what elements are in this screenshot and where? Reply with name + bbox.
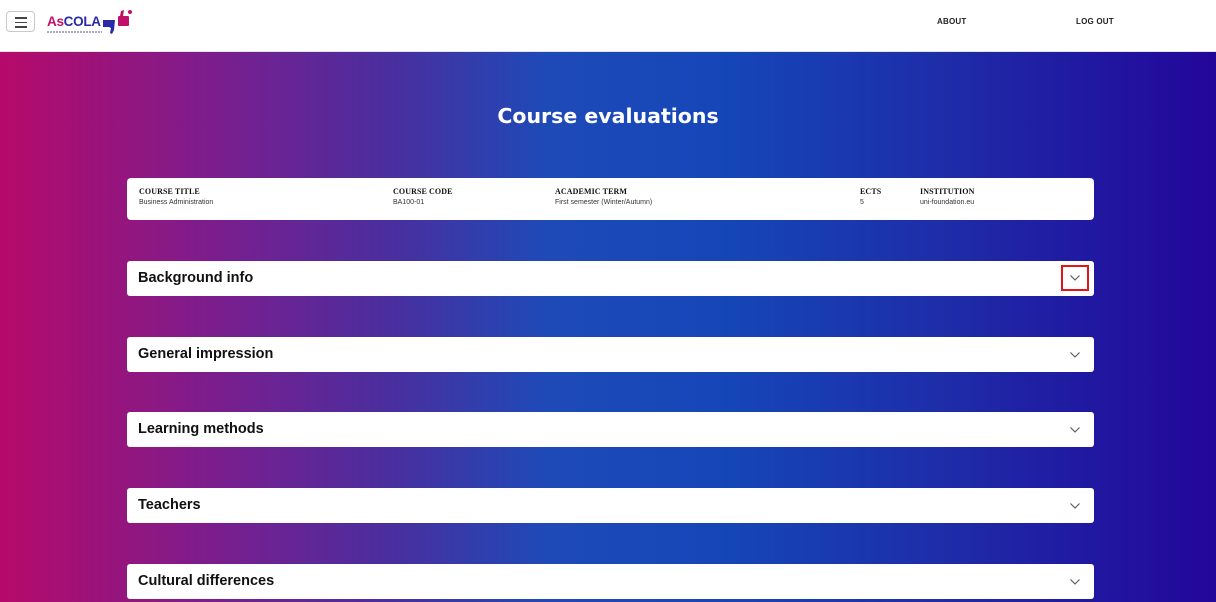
ects-value: 5 — [860, 199, 864, 206]
logo-text-cola: COLA — [63, 14, 101, 29]
course-code-value: BA100-01 — [393, 199, 425, 206]
hamburger-menu-button[interactable] — [6, 11, 35, 32]
ascola-logo[interactable]: AsCOLA — [47, 8, 137, 36]
section-title: General impression — [138, 346, 274, 362]
chevron-down-icon[interactable] — [1062, 493, 1087, 518]
menu-icon-line — [15, 17, 27, 19]
logo-text: AsCOLA — [47, 14, 101, 29]
menu-icon-line — [15, 21, 27, 24]
thumbs-icon — [103, 10, 132, 34]
academic-term-value: First semester (Winter/Autumn) — [555, 199, 653, 206]
institution-column: INSTITUTION uni-foundation.eu — [920, 187, 974, 206]
chevron-down-icon[interactable] — [1062, 569, 1087, 594]
nav-logout-link[interactable]: LOG OUT — [1076, 17, 1114, 26]
section-title: Cultural differences — [138, 573, 275, 589]
chevron-down-icon[interactable] — [1061, 265, 1089, 291]
logo-tagline — [47, 31, 102, 33]
institution-header: INSTITUTION — [920, 187, 975, 196]
academic-term-header: ACADEMIC TERM — [555, 187, 628, 196]
section-title: Teachers — [138, 497, 201, 513]
menu-icon-line — [15, 26, 27, 28]
section-cultural-differences[interactable]: Cultural differences — [127, 564, 1094, 599]
ects-column: ECTS 5 — [860, 187, 881, 206]
course-code-column: COURSE CODE BA100-01 — [393, 187, 453, 206]
section-title: Learning methods — [138, 421, 264, 437]
section-general-impression[interactable]: General impression — [127, 337, 1094, 372]
top-navbar: AsCOLA ABOUT LOG OUT — [0, 0, 1216, 52]
logo-text-as: As — [47, 14, 64, 29]
nav-about-link[interactable]: ABOUT — [937, 17, 966, 26]
section-background-info[interactable]: Background info — [127, 261, 1094, 296]
course-title-value: Business Administration — [139, 199, 214, 206]
ects-header: ECTS — [860, 187, 882, 196]
course-title-header: COURSE TITLE — [139, 187, 200, 196]
page-title: Course evaluations — [497, 104, 719, 128]
section-teachers[interactable]: Teachers — [127, 488, 1094, 523]
course-info-card: COURSE TITLE Business Administration COU… — [127, 178, 1094, 220]
chevron-down-icon[interactable] — [1062, 342, 1087, 367]
section-learning-methods[interactable]: Learning methods — [127, 412, 1094, 447]
academic-term-column: ACADEMIC TERM First semester (Winter/Aut… — [555, 187, 652, 206]
course-title-column: COURSE TITLE Business Administration — [139, 187, 213, 206]
chevron-down-icon[interactable] — [1062, 417, 1087, 442]
course-code-header: COURSE CODE — [393, 187, 453, 196]
institution-value: uni-foundation.eu — [920, 199, 975, 206]
section-title: Background info — [138, 270, 254, 286]
